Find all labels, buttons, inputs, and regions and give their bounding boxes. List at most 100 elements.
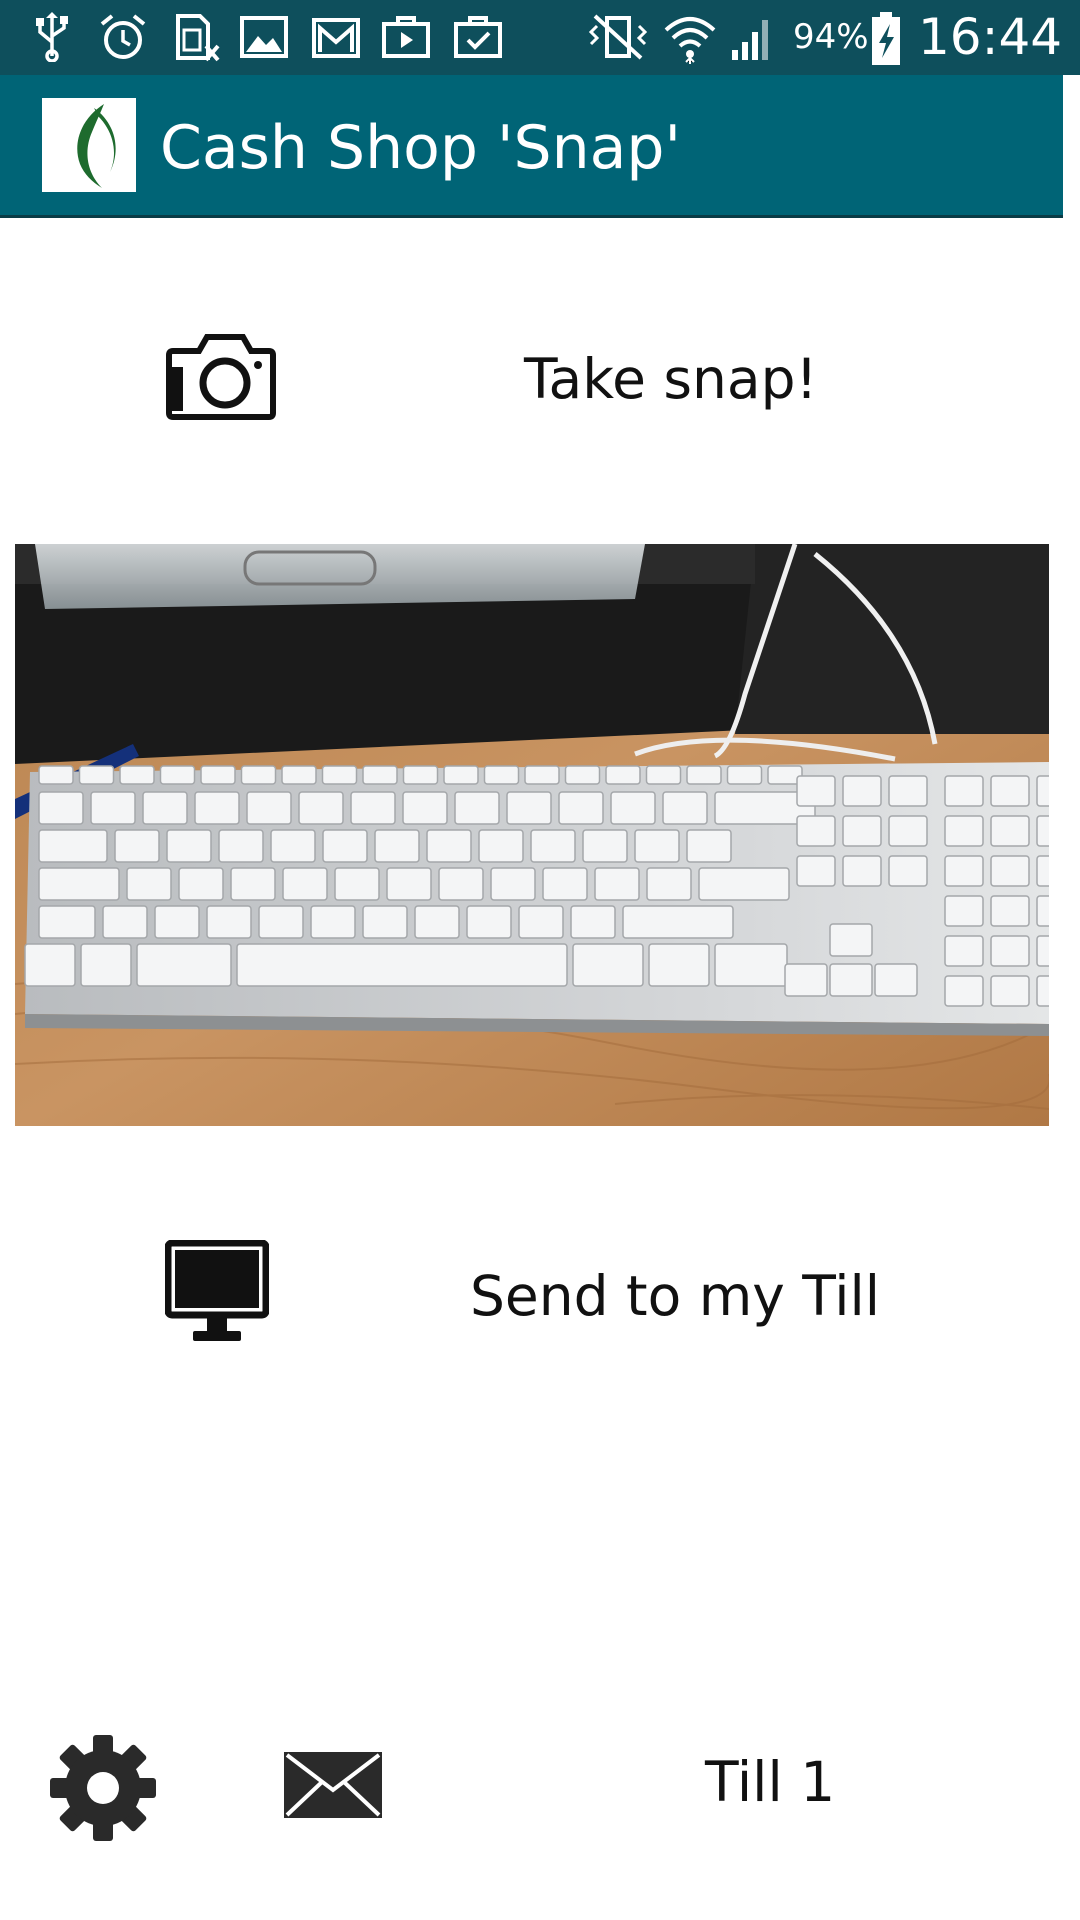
- keyboard-key: [506, 791, 552, 825]
- sim-card-icon: [176, 14, 220, 62]
- usb-icon: [36, 12, 68, 62]
- status-bar: 94% 16:44: [0, 0, 1080, 75]
- keyboard-key: [321, 765, 358, 785]
- keyboard-key: [454, 791, 500, 825]
- wifi-icon: [664, 17, 716, 64]
- keyboard-key: [1036, 975, 1049, 1007]
- keyboard-key: [582, 829, 628, 863]
- keyboard-key: [38, 765, 74, 785]
- keyboard-key: [281, 765, 317, 785]
- keyboard-key: [990, 935, 1030, 967]
- keyboard-key: [1036, 855, 1049, 887]
- keyboard-key: [38, 867, 120, 901]
- keyboard-key: [990, 855, 1030, 887]
- clock: 16:44: [918, 8, 1063, 66]
- keyboard-key: [686, 765, 722, 785]
- keyboard-key: [634, 829, 680, 863]
- keyboard-key: [784, 963, 828, 997]
- keyboard-key: [714, 943, 788, 987]
- app-logo: [42, 98, 136, 192]
- keyboard-key: [874, 963, 918, 997]
- keyboard-key: [686, 829, 732, 863]
- keyboard-key: [298, 791, 344, 825]
- keyboard-key: [944, 775, 984, 807]
- leaf-logo-icon: [77, 104, 116, 188]
- keyboard-key: [80, 943, 132, 987]
- keyboard-key: [990, 775, 1030, 807]
- keyboard-key: [530, 829, 576, 863]
- keyboard-key: [466, 905, 512, 939]
- keyboard-key: [194, 791, 240, 825]
- keyboard-key: [610, 791, 656, 825]
- keyboard-key: [944, 935, 984, 967]
- keyboard-key: [570, 905, 616, 939]
- till-label: Till 1: [705, 1750, 836, 1814]
- battery-charging-icon: [872, 12, 900, 65]
- keyboard-key: [888, 775, 928, 807]
- keyboard-key: [622, 905, 734, 939]
- keyboard-key: [944, 855, 984, 887]
- keyboard-key: [119, 765, 155, 785]
- keyboard-key: [796, 855, 836, 887]
- gallery-icon: [240, 16, 288, 58]
- keyboard-key: [38, 791, 84, 825]
- keyboard-key: [888, 855, 928, 887]
- keyboard-key: [322, 829, 368, 863]
- keyboard-key: [334, 867, 380, 901]
- keyboard-key: [402, 791, 448, 825]
- keyboard-key: [240, 765, 277, 785]
- alarm-icon: [100, 14, 146, 59]
- keyboard-key: [402, 765, 439, 785]
- keyboard-key: [230, 867, 276, 901]
- keyboard-key: [438, 867, 484, 901]
- signal-icon: [732, 20, 768, 60]
- keyboard-key: [282, 867, 328, 901]
- keyboard-key: [136, 943, 232, 987]
- keyboard-key: [414, 905, 460, 939]
- keyboard-key: [126, 867, 172, 901]
- take-snap-label: Take snap!: [524, 347, 818, 411]
- keyboard-key: [154, 905, 200, 939]
- keyboard-key: [38, 905, 96, 939]
- keyboard-key: [990, 895, 1030, 927]
- envelope-icon[interactable]: [284, 1752, 382, 1818]
- keyboard-key: [78, 765, 115, 785]
- app-screen: 94% 16:44 Cash Shop 'Snap' Take snap! Se…: [0, 0, 1080, 1920]
- briefcase-play-icon: [382, 16, 430, 58]
- send-to-till-button[interactable]: Send to my Till: [0, 1208, 1063, 1378]
- keyboard-key: [1036, 935, 1049, 967]
- keyboard-key: [218, 829, 264, 863]
- keyboard-key: [24, 943, 76, 987]
- keyboard-key: [386, 867, 432, 901]
- keyboard-key: [350, 791, 396, 825]
- keyboard-key: [362, 765, 398, 785]
- keyboard-key: [726, 765, 763, 785]
- keyboard-key: [842, 855, 882, 887]
- keyboard-key: [478, 829, 524, 863]
- take-snap-button[interactable]: Take snap!: [0, 295, 1063, 465]
- keyboard-key: [829, 963, 873, 997]
- keyboard-key: [490, 867, 536, 901]
- keyboard-key: [114, 829, 160, 863]
- snap-photo: [15, 544, 1049, 1126]
- keyboard-key: [944, 895, 984, 927]
- keyboard-key: [166, 829, 212, 863]
- keyboard-key: [246, 791, 292, 825]
- briefcase-check-icon: [454, 16, 502, 58]
- keyboard-key: [443, 765, 479, 785]
- keyboard-key: [944, 975, 984, 1007]
- keyboard-key: [102, 905, 148, 939]
- keyboard-key: [594, 867, 640, 901]
- keyboard-key: [374, 829, 420, 863]
- keyboard-key: [558, 791, 604, 825]
- gear-icon[interactable]: [50, 1735, 156, 1841]
- keyboard-key: [483, 765, 520, 785]
- keyboard-key: [796, 775, 836, 807]
- keyboard-key: [698, 867, 790, 901]
- keyboard-key: [206, 905, 252, 939]
- keyboard-key: [1036, 775, 1049, 807]
- keyboard-photo: [15, 544, 1049, 1126]
- keyboard-key: [524, 765, 560, 785]
- keyboard-key: [38, 829, 108, 863]
- keyboard-key: [646, 867, 692, 901]
